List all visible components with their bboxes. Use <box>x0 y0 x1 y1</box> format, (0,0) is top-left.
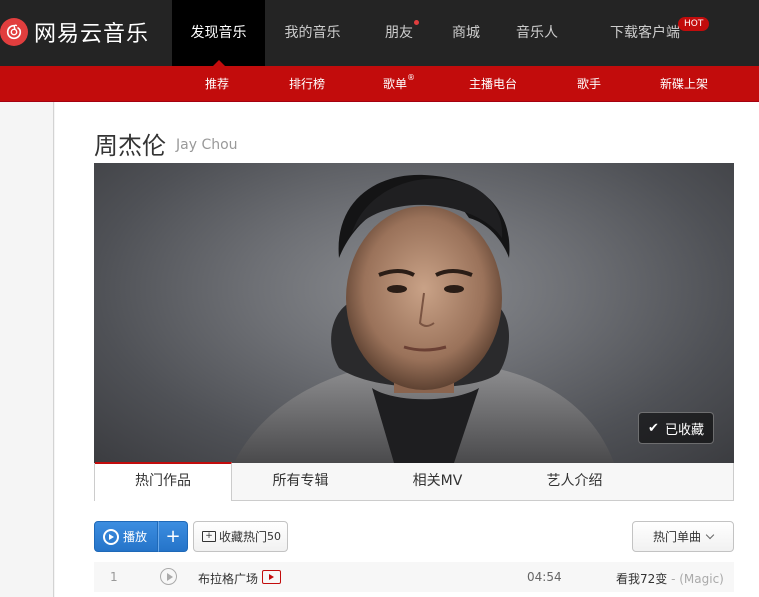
folder-add-icon: + <box>202 531 216 542</box>
nav-item-musician[interactable]: 音乐人 <box>494 0 580 66</box>
play-all-button[interactable]: 播放 <box>94 521 158 552</box>
play-label: 播放 <box>123 530 148 544</box>
nav-item-discover[interactable]: 发现音乐 <box>172 0 265 66</box>
nav-item-label: 下载客户端 <box>610 25 680 41</box>
checkmark-icon: ✔ <box>648 420 659 436</box>
artist-name: 周杰伦 <box>94 132 166 160</box>
song-title[interactable]: 布拉格广场 <box>198 570 258 587</box>
left-sidebar <box>0 102 54 597</box>
nav-item-mall[interactable]: 商城 <box>438 0 494 66</box>
tab-related-mv[interactable]: 相关MV <box>369 463 506 500</box>
collect-count: 50 <box>267 530 282 543</box>
subnav-item-artists[interactable]: 歌手 <box>577 66 601 102</box>
song-duration: 04:54 <box>527 570 562 584</box>
nav-item-download-client[interactable]: 下载客户端 HOT <box>580 0 710 66</box>
main-nav: 发现音乐 我的音乐 朋友 商城 音乐人 下载客户端 HOT <box>172 0 710 66</box>
tab-artist-intro[interactable]: 艺人介绍 <box>506 463 643 500</box>
album-alias: - (Magic) <box>667 572 724 586</box>
artist-banner-image: ✔ 已收藏 <box>94 163 734 463</box>
notification-dot-icon <box>414 20 419 25</box>
sub-nav-bar: 推荐 排行榜 歌单® 主播电台 歌手 新碟上架 <box>0 66 759 102</box>
tab-hot-works[interactable]: 热门作品 <box>95 462 232 501</box>
subnav-item-charts[interactable]: 排行榜 <box>289 66 325 102</box>
add-to-playlist-button[interactable]: + <box>158 521 188 552</box>
artist-english-name: Jay Chou <box>176 137 238 153</box>
registered-mark: ® <box>407 73 416 82</box>
nav-item-my-music[interactable]: 我的音乐 <box>265 0 360 66</box>
logo[interactable]: 网易云音乐 <box>0 14 149 50</box>
subnav-item-new-albums[interactable]: 新碟上架 <box>660 66 708 102</box>
favorited-button[interactable]: ✔ 已收藏 <box>638 412 714 444</box>
sort-label: 热门单曲 <box>652 530 701 544</box>
album-title: 看我72变 <box>616 572 668 586</box>
nav-item-label: 我的音乐 <box>284 25 341 41</box>
collect-hot-button[interactable]: + 收藏热门 50 <box>193 521 288 552</box>
song-actions-bar: 播放 + + 收藏热门 50 热门单曲 <box>94 521 734 553</box>
collect-label: 收藏热门 <box>219 530 268 544</box>
nav-item-label: 音乐人 <box>516 25 558 41</box>
hot-badge: HOT <box>678 17 710 31</box>
subnav-item-radio[interactable]: 主播电台 <box>469 66 517 102</box>
tab-all-albums[interactable]: 所有专辑 <box>232 463 369 500</box>
nav-item-label: 商城 <box>452 25 480 41</box>
table-row[interactable]: 1 布拉格广场 04:54 看我72变 - (Magic) <box>94 562 734 592</box>
top-nav-bar: 网易云音乐 发现音乐 我的音乐 朋友 商城 音乐人 下载客户端 HOT <box>0 0 759 66</box>
song-index: 1 <box>110 570 118 584</box>
nav-item-label: 朋友 <box>385 25 413 41</box>
play-icon <box>103 528 119 545</box>
mv-icon[interactable] <box>262 570 281 584</box>
subnav-item-recommend[interactable]: 推荐 <box>205 66 229 102</box>
brand-name: 网易云音乐 <box>34 22 150 47</box>
netease-music-logo-icon <box>0 18 28 46</box>
subnav-item-playlists[interactable]: 歌单® <box>383 66 415 102</box>
hot-singles-dropdown[interactable]: 热门单曲 <box>632 521 734 552</box>
subnav-item-label: 歌单 <box>383 77 408 91</box>
favorited-label: 已收藏 <box>664 422 704 438</box>
song-album[interactable]: 看我72变 - (Magic) <box>616 570 724 587</box>
artist-main-panel: 周杰伦 Jay Chou ✔ 已收藏 热门作品 所有专辑 相关MV 艺人介绍 播… <box>55 102 759 597</box>
nav-item-friends[interactable]: 朋友 <box>360 0 438 66</box>
chevron-down-icon <box>705 530 715 540</box>
play-song-icon[interactable] <box>160 568 177 585</box>
nav-item-label: 发现音乐 <box>190 25 247 41</box>
artist-tabs: 热门作品 所有专辑 相关MV 艺人介绍 <box>94 462 734 501</box>
